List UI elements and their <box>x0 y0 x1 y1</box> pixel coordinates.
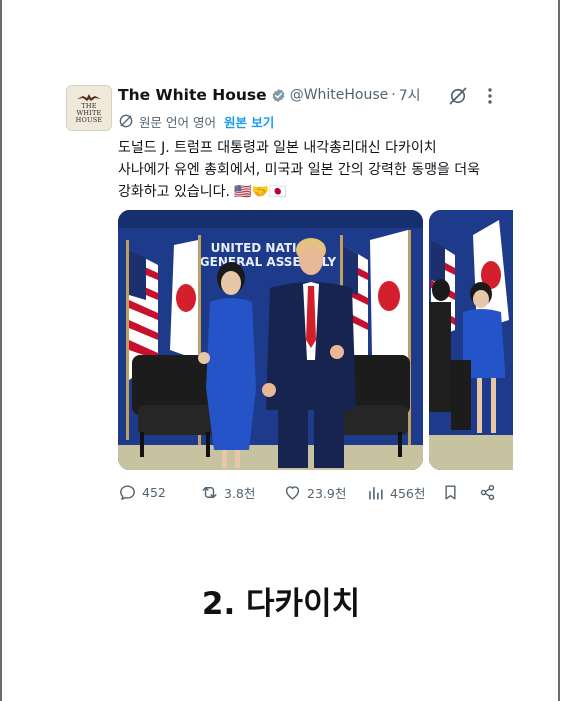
share-button[interactable] <box>478 481 502 503</box>
reply-icon <box>120 484 135 500</box>
share-icon <box>480 484 495 500</box>
heart-icon <box>285 485 300 500</box>
photo-scene: UNITED NATIONS GENERAL ASSEMBLY <box>118 210 423 470</box>
avatar[interactable]: THE WHITE HOUSE <box>66 85 112 131</box>
post-text-line-1: 도널드 J. 트럼프 대통령과 일본 내각총리대신 다카이치 <box>118 140 437 156</box>
repost-count: 3.8천 <box>224 485 256 501</box>
translate-globe-icon <box>119 114 133 128</box>
bookmark-button[interactable] <box>441 481 465 503</box>
post-text-line-2: 사나에가 유엔 총회에서, 미국과 일본 간의 강력한 동맹을 더욱 <box>118 162 481 178</box>
post-text: 도널드 J. 트럼프 대통령과 일본 내각총리대신 다카이치 사나에가 유엔 총… <box>118 137 508 203</box>
page-caption: 2. 다카이치 <box>201 586 361 622</box>
more-options-icon[interactable] <box>481 86 499 106</box>
verified-badge-icon <box>272 88 285 102</box>
timestamp[interactable]: 7시 <box>399 85 421 105</box>
repost-button[interactable]: 3.8천 <box>200 481 255 503</box>
translation-row: 원문 언어 영어 원본 보기 <box>118 111 274 131</box>
separator-dot: · <box>391 87 396 103</box>
reply-count: 452 <box>142 484 166 500</box>
views-bar-chart-icon <box>369 486 383 500</box>
post-header: The White House @WhiteHouse · 7시 <box>118 84 421 106</box>
eagle-emblem-icon <box>77 93 101 101</box>
post-text-line-3: 강화하고 있습니다. 🇺🇸🤝🇯🇵 <box>118 184 287 200</box>
handle[interactable]: @WhiteHouse <box>290 87 389 103</box>
views-button[interactable]: 456천 <box>366 481 425 503</box>
avatar-text: THE WHITE HOUSE <box>75 101 103 124</box>
grok-icon[interactable] <box>448 86 468 106</box>
bookmark-icon <box>445 484 456 500</box>
post-actions: 452 3.8천 23.9천 456천 <box>118 481 503 503</box>
post-photo-main[interactable]: UNITED NATIONS GENERAL ASSEMBLY <box>118 210 423 470</box>
like-count: 23.9천 <box>307 485 347 501</box>
translation-note: 원문 언어 영어 <box>139 114 216 130</box>
display-name[interactable]: The White House <box>118 86 267 104</box>
show-original-link[interactable]: 원본 보기 <box>224 112 274 131</box>
photo-scene-second <box>429 210 513 470</box>
reply-button[interactable]: 452 <box>118 481 166 503</box>
repost-icon <box>202 486 217 498</box>
views-count: 456천 <box>390 485 426 501</box>
like-button[interactable]: 23.9천 <box>283 481 346 503</box>
post-photo-second[interactable] <box>429 210 513 470</box>
